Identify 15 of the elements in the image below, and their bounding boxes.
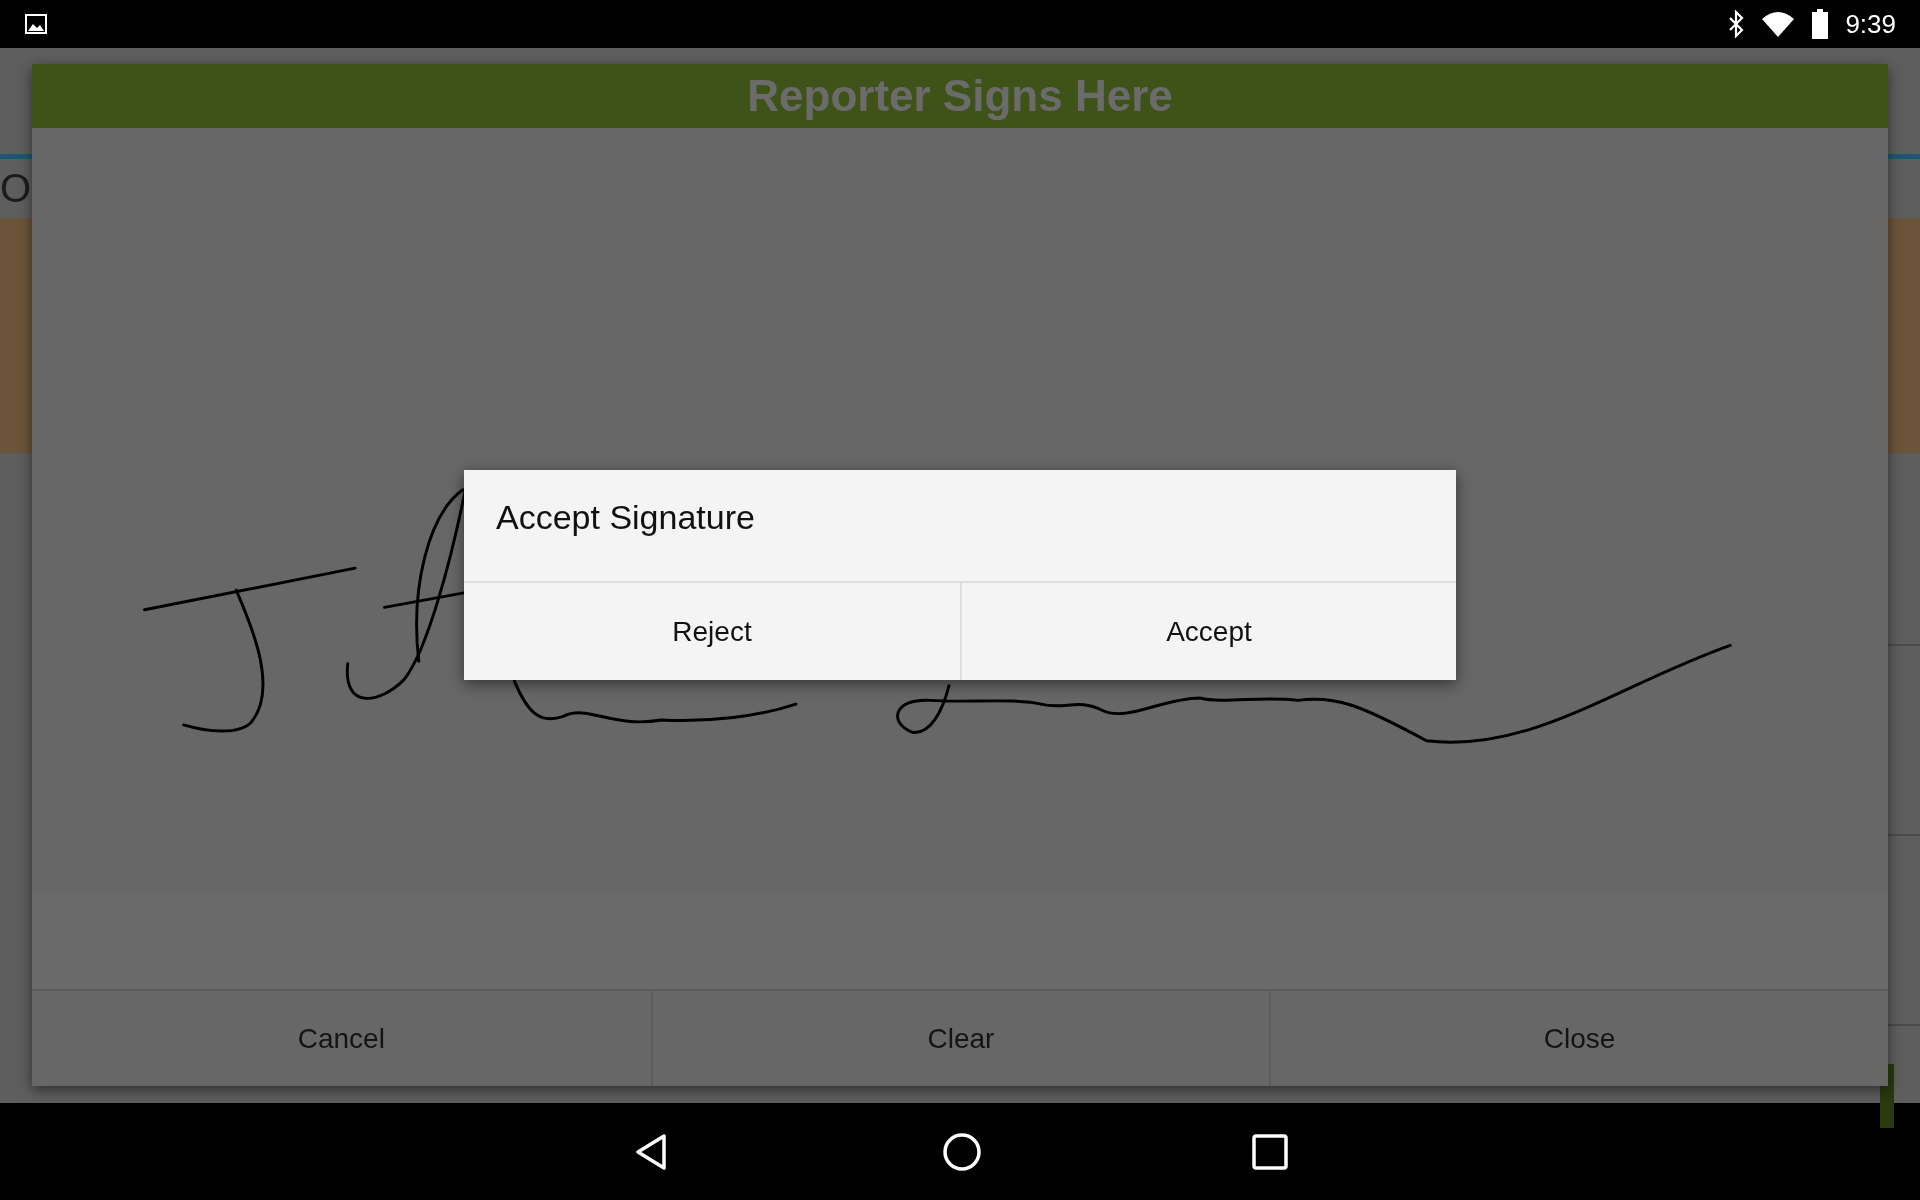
wifi-icon	[1761, 11, 1796, 37]
dialog-title: Reporter Signs Here	[747, 70, 1173, 122]
dialog-button[interactable]: Cancel	[32, 991, 651, 1086]
image-icon	[24, 12, 48, 36]
alert-button[interactable]: Accept	[960, 583, 1456, 680]
bluetooth-icon	[1727, 10, 1746, 38]
clock-time: 9:39	[1845, 7, 1896, 41]
dialog-button[interactable]: Clear	[650, 991, 1270, 1086]
home-icon[interactable]	[942, 1131, 982, 1172]
dialog-button[interactable]: Close	[1269, 991, 1888, 1086]
battery-icon	[1811, 9, 1830, 39]
recent-apps-icon[interactable]	[1252, 1133, 1288, 1170]
alert-button[interactable]: Reject	[464, 583, 960, 680]
alert-title: Accept Signature	[496, 497, 755, 538]
background-text: O	[0, 168, 32, 208]
